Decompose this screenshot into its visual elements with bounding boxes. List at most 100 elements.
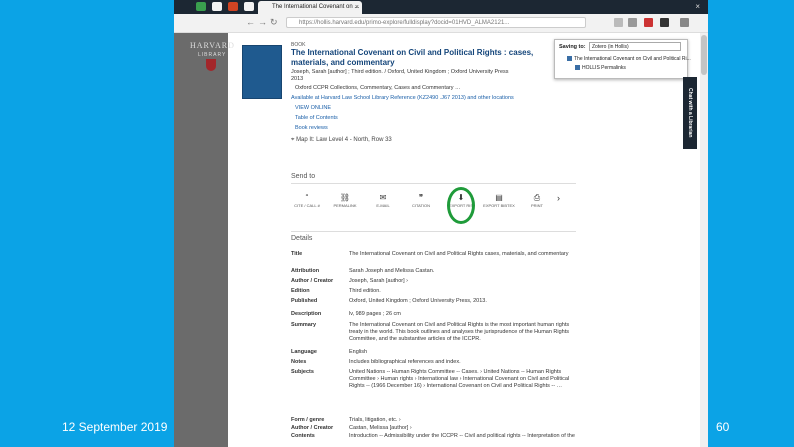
library-logo-sub: LIBRARY: [198, 52, 227, 58]
harvard-logo[interactable]: HARVARD: [190, 41, 235, 50]
slide-date: 12 September 2019: [62, 420, 168, 434]
tab-close-icon[interactable]: ×: [355, 1, 359, 14]
author-link[interactable]: Castan, Melissa [author] ›: [349, 425, 579, 432]
send-label: PERMALINK: [333, 203, 357, 208]
cite-icon: “: [305, 193, 309, 202]
saved-item: HOLLIS Permalinks: [575, 65, 626, 71]
menu-icon[interactable]: [680, 18, 689, 27]
detail-label: Summary: [291, 322, 317, 328]
send-to-title: Send to: [291, 173, 316, 180]
detail-label: Title: [291, 251, 303, 257]
detail-value: Sarah Joseph and Melissa Castan.: [349, 268, 435, 274]
send-permalink-button[interactable]: ⛓ PERMALINK: [325, 193, 365, 208]
detail-label: Edition: [291, 288, 310, 294]
divider: [291, 183, 576, 184]
divider: [291, 231, 576, 232]
detail-value: Introduction -- Admissibility under the …: [349, 433, 575, 439]
detail-value: Third edition.: [349, 288, 381, 294]
send-cite-button[interactable]: “ CITE / CALL #: [287, 193, 327, 208]
saved-item-label: The International Covenant on Civil and …: [574, 56, 691, 62]
app-icon-2[interactable]: [212, 2, 222, 11]
record-series[interactable]: Oxford CCPR Collections, Commentary, Cas…: [295, 85, 461, 91]
detail-label: Published: [291, 298, 318, 304]
webpage-icon: [575, 65, 580, 71]
send-label: CITATION: [411, 203, 431, 208]
download-icon[interactable]: [628, 18, 637, 27]
table-of-contents-link[interactable]: Table of Contents: [295, 115, 338, 121]
send-email-button[interactable]: ✉ E-MAIL: [363, 193, 403, 208]
window-close-icon[interactable]: ×: [695, 2, 700, 11]
send-print-button[interactable]: ⎙ PRINT: [517, 193, 557, 208]
app-icon-4[interactable]: [244, 2, 254, 11]
document-icon: ▤: [495, 193, 503, 202]
chat-with-librarian-tab[interactable]: Chat with a Librarian: [683, 77, 697, 149]
slide-number: 60: [716, 420, 730, 434]
app-icon-3[interactable]: [228, 2, 238, 11]
detail-label: Attribution: [291, 268, 320, 274]
save-to-select[interactable]: Zotero (in Hollis): [589, 42, 681, 51]
location-map-link[interactable]: ⌖ Map It: Law Level 4 - North, Row 33: [291, 137, 392, 144]
email-icon: ✉: [379, 193, 387, 202]
details-section: Details Title The International Covenant…: [291, 235, 581, 439]
browser-tab-active[interactable]: The International Covenant on ... ×: [258, 1, 362, 14]
forward-icon[interactable]: →: [258, 17, 267, 27]
location-text: Map It: Law Level 4 - North, Row 33: [296, 137, 392, 143]
detail-label: Contents: [291, 433, 315, 439]
detail-label: Notes: [291, 359, 307, 365]
record-title[interactable]: The International Covenant on Civil and …: [291, 48, 561, 68]
author-link[interactable]: Joseph, Sarah [author] ›: [349, 278, 579, 285]
detail-label: Author / Creator: [291, 425, 334, 431]
send-citation-button[interactable]: ❞ CITATION: [401, 193, 441, 208]
url-bar[interactable]: https://hollis.harvard.edu/primo-explore…: [286, 17, 586, 28]
detail-value: Includes bibliographical references and …: [349, 359, 461, 365]
link-icon: ⛓: [339, 193, 351, 202]
taskbar: The International Covenant on ... × ×: [174, 0, 708, 14]
record-year: 2013: [291, 76, 304, 82]
send-label: E-MAIL: [376, 203, 390, 208]
harvard-shield-icon: [206, 59, 216, 71]
detail-value: The International Covenant on Civil and …: [349, 322, 570, 342]
detail-value: The International Covenant on Civil and …: [349, 251, 569, 257]
hollis-page: HARVARD LIBRARY BOOK The International C…: [174, 33, 708, 447]
detail-label: Subjects: [291, 369, 314, 375]
url-text: https://hollis.harvard.edu/primo-explore…: [299, 20, 510, 26]
page-scrollbar[interactable]: [700, 33, 708, 447]
book-icon: [567, 56, 572, 62]
details-title: Details: [291, 235, 313, 242]
subjects-links[interactable]: United Nations -- Human Rights Committee…: [349, 369, 579, 390]
map-pin-icon: ⌖: [291, 137, 295, 143]
saved-item-label: HOLLIS Permalinks: [582, 65, 626, 71]
browser-nav-bar: ← → ↻ https://hollis.harvard.edu/primo-e…: [174, 14, 708, 33]
library-icon[interactable]: [614, 18, 623, 27]
saved-item: The International Covenant on Civil and …: [567, 56, 691, 62]
save-to-label: Saving to:: [559, 44, 586, 50]
send-to-section: Send to “ CITE / CALL # ⛓ PERMALINK ✉ E-…: [291, 173, 576, 232]
zotero-icon[interactable]: [660, 18, 669, 27]
detail-value: lv, 989 pages ; 26 cm: [349, 311, 401, 317]
app-icon-1[interactable]: [196, 2, 206, 11]
book-reviews-link[interactable]: Book reviews: [295, 125, 328, 131]
back-icon[interactable]: ←: [246, 17, 255, 27]
record-authors: Joseph, Sarah [author] ; Third edition. …: [291, 69, 509, 75]
detail-label: Author / Creator: [291, 278, 334, 284]
view-online-link[interactable]: VIEW ONLINE: [295, 105, 331, 111]
detail-value: English: [349, 349, 368, 355]
harvard-sidebar: HARVARD LIBRARY: [174, 33, 234, 447]
highlight-circle-annotation: [447, 187, 475, 224]
send-next-arrow[interactable]: ›: [557, 193, 560, 203]
book-cover-image[interactable]: [242, 45, 282, 99]
send-label: PRINT: [531, 203, 543, 208]
extension-icon[interactable]: [644, 18, 653, 27]
quote-icon: ❞: [418, 193, 424, 202]
send-label: CITE / CALL #: [294, 203, 320, 208]
availability-link[interactable]: Available at Harvard Law School Library …: [291, 95, 514, 101]
detail-label: Language: [291, 349, 317, 355]
zotero-save-popup: Saving to: Zotero (in Hollis) The Intern…: [554, 39, 691, 79]
browser-window: The International Covenant on ... × × ← …: [174, 0, 708, 447]
detail-value: Oxford, United Kingdom ; Oxford Universi…: [349, 298, 487, 304]
detail-label: Form / genre: [291, 417, 325, 423]
scroll-thumb[interactable]: [701, 35, 707, 75]
reload-icon[interactable]: ↻: [270, 17, 278, 28]
send-export-bibtex-button[interactable]: ▤ EXPORT BIBTEX: [479, 193, 519, 208]
genre-link[interactable]: Trials, litigation, etc. ›: [349, 417, 579, 424]
